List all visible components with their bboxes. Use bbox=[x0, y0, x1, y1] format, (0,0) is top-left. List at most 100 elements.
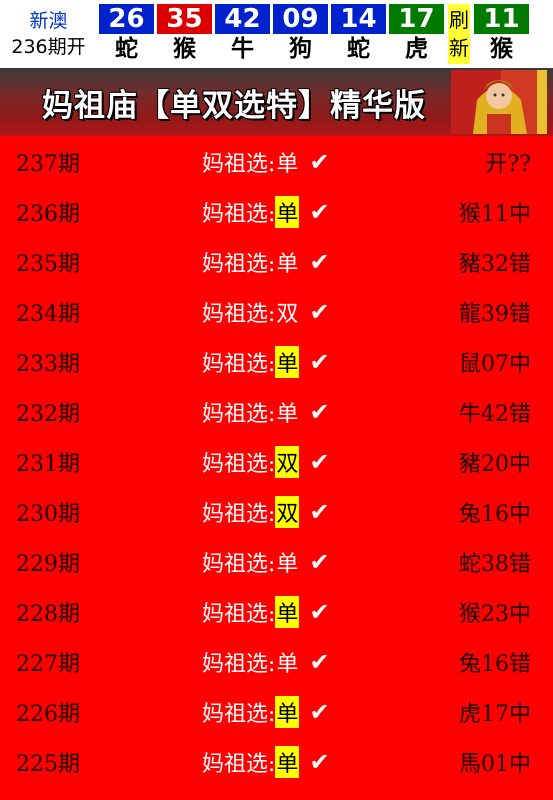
pick-value: 单 bbox=[275, 596, 300, 628]
pick-value: 单 bbox=[275, 346, 300, 378]
pick-label: 妈祖选: bbox=[202, 602, 276, 627]
number-ball: 35 猴 bbox=[156, 0, 213, 68]
number-ball: 17 虎 bbox=[388, 0, 445, 68]
prediction-row: 236期 妈祖选: 单 ✔ 猴11中 bbox=[0, 186, 553, 236]
ball-zodiac: 蛇 bbox=[115, 36, 138, 62]
checkmark-icon: ✔ bbox=[309, 698, 330, 726]
ball-zodiac: 猴 bbox=[173, 36, 196, 62]
number-balls: 26 蛇 35 猴 42 牛 09 狗 14 蛇 17 虎 bbox=[97, 0, 445, 68]
pick-value: 双 bbox=[275, 496, 300, 528]
pick-value: 双 bbox=[275, 446, 300, 478]
ball-number: 26 bbox=[99, 4, 154, 34]
result-label: 兔16错 bbox=[459, 652, 531, 677]
special-ball-number: 11 bbox=[474, 4, 529, 34]
pick-label: 妈祖选: bbox=[202, 202, 276, 227]
period-label: 237期 bbox=[16, 152, 80, 177]
period-label: 227期 bbox=[16, 652, 80, 677]
pick-label: 妈祖选: bbox=[202, 302, 276, 327]
result-label: 兔16中 bbox=[459, 502, 531, 527]
brand-name: 新澳 bbox=[29, 10, 68, 32]
ball-zodiac: 狗 bbox=[289, 36, 312, 62]
checkmark-icon: ✔ bbox=[309, 448, 330, 476]
pick-label: 妈祖选: bbox=[202, 252, 276, 277]
period-label: 225期 bbox=[16, 752, 80, 777]
period-label: 232期 bbox=[16, 402, 80, 427]
pick-value: 单 bbox=[276, 552, 299, 577]
pick-cell: 妈祖选: 单 ✔ bbox=[202, 746, 330, 778]
pick-label: 妈祖选: bbox=[202, 752, 276, 777]
checkmark-icon: ✔ bbox=[309, 598, 330, 626]
pick-cell: 妈祖选: 单 ✔ bbox=[202, 646, 330, 678]
pick-cell: 妈祖选: 单 ✔ bbox=[202, 146, 330, 178]
pick-cell: 妈祖选: 双 ✔ bbox=[202, 296, 330, 328]
pick-value: 单 bbox=[275, 746, 300, 778]
result-label: 开?? bbox=[485, 152, 531, 177]
checkmark-icon: ✔ bbox=[309, 348, 330, 376]
pick-label: 妈祖选: bbox=[202, 152, 276, 177]
period-label: 228期 bbox=[16, 602, 80, 627]
ball-zodiac: 蛇 bbox=[347, 36, 370, 62]
pick-cell: 妈祖选: 单 ✔ bbox=[202, 396, 330, 428]
ball-number: 17 bbox=[389, 4, 444, 34]
checkmark-icon: ✔ bbox=[309, 548, 330, 576]
pick-value: 单 bbox=[276, 152, 299, 177]
prediction-row: 226期 妈祖选: 单 ✔ 虎17中 bbox=[0, 686, 553, 736]
prediction-row: 227期 妈祖选: 单 ✔ 兔16错 bbox=[0, 636, 553, 686]
checkmark-icon: ✔ bbox=[309, 248, 330, 276]
pick-value: 单 bbox=[275, 196, 300, 228]
special-ball-zodiac: 猴 bbox=[490, 36, 513, 62]
checkmark-icon: ✔ bbox=[309, 298, 330, 326]
pick-value: 单 bbox=[275, 696, 300, 728]
pick-label: 妈祖选: bbox=[202, 552, 276, 577]
period-label: 230期 bbox=[16, 502, 80, 527]
period-label: 236期 bbox=[16, 202, 80, 227]
pick-value: 单 bbox=[276, 252, 299, 277]
banner-title: 妈祖庙【单双选特】精华版 bbox=[42, 87, 426, 124]
pick-cell: 妈祖选: 单 ✔ bbox=[202, 346, 330, 378]
pick-value: 双 bbox=[276, 302, 299, 327]
pick-label: 妈祖选: bbox=[202, 452, 276, 477]
pick-cell: 妈祖选: 单 ✔ bbox=[202, 546, 330, 578]
result-label: 虎17中 bbox=[459, 702, 531, 727]
checkmark-icon: ✔ bbox=[309, 198, 330, 226]
period-label: 233期 bbox=[16, 352, 80, 377]
period-label: 234期 bbox=[16, 302, 80, 327]
pick-cell: 妈祖选: 单 ✔ bbox=[202, 196, 330, 228]
pick-label: 妈祖选: bbox=[202, 502, 276, 527]
ball-number: 09 bbox=[273, 4, 328, 34]
prediction-row: 237期 妈祖选: 单 ✔ 开?? bbox=[0, 136, 553, 186]
result-label: 蛇38错 bbox=[459, 552, 531, 577]
pick-cell: 妈祖选: 单 ✔ bbox=[202, 246, 330, 278]
pick-label: 妈祖选: bbox=[202, 702, 276, 727]
pick-label: 妈祖选: bbox=[202, 402, 276, 427]
prediction-row: 230期 妈祖选: 双 ✔ 兔16中 bbox=[0, 486, 553, 536]
result-label: 馬01中 bbox=[459, 752, 531, 777]
prediction-row: 233期 妈祖选: 单 ✔ 鼠07中 bbox=[0, 336, 553, 386]
checkmark-icon: ✔ bbox=[309, 148, 330, 176]
result-label: 牛42错 bbox=[459, 402, 531, 427]
draw-info: 新澳 236期开 bbox=[0, 0, 97, 68]
pick-value: 单 bbox=[276, 652, 299, 677]
number-ball: 42 牛 bbox=[214, 0, 271, 68]
period-label: 226期 bbox=[16, 702, 80, 727]
result-label: 豬32错 bbox=[459, 252, 531, 277]
ball-number: 35 bbox=[157, 4, 212, 34]
refresh-button[interactable]: 刷 新 bbox=[448, 4, 470, 64]
prediction-row: 228期 妈祖选: 单 ✔ 猴23中 bbox=[0, 586, 553, 636]
ball-zodiac: 牛 bbox=[231, 36, 254, 62]
draw-issue: 236期开 bbox=[11, 36, 86, 58]
prediction-row: 231期 妈祖选: 双 ✔ 豬20中 bbox=[0, 436, 553, 486]
ball-zodiac: 虎 bbox=[405, 36, 428, 62]
checkmark-icon: ✔ bbox=[309, 648, 330, 676]
period-label: 229期 bbox=[16, 552, 80, 577]
pick-label: 妈祖选: bbox=[202, 352, 276, 377]
period-label: 231期 bbox=[16, 452, 80, 477]
prediction-row: 235期 妈祖选: 单 ✔ 豬32错 bbox=[0, 236, 553, 286]
prediction-row: 234期 妈祖选: 双 ✔ 龍39错 bbox=[0, 286, 553, 336]
draw-result-bar: 新澳 236期开 26 蛇 35 猴 42 牛 09 狗 14 蛇 17 虎 刷 新 11 猴 bbox=[0, 0, 553, 68]
number-ball: 09 狗 bbox=[272, 0, 329, 68]
pick-cell: 妈祖选: 双 ✔ bbox=[202, 496, 330, 528]
ball-number: 14 bbox=[331, 4, 386, 34]
prediction-row: 225期 妈祖选: 单 ✔ 馬01中 bbox=[0, 736, 553, 786]
result-label: 龍39错 bbox=[459, 302, 531, 327]
